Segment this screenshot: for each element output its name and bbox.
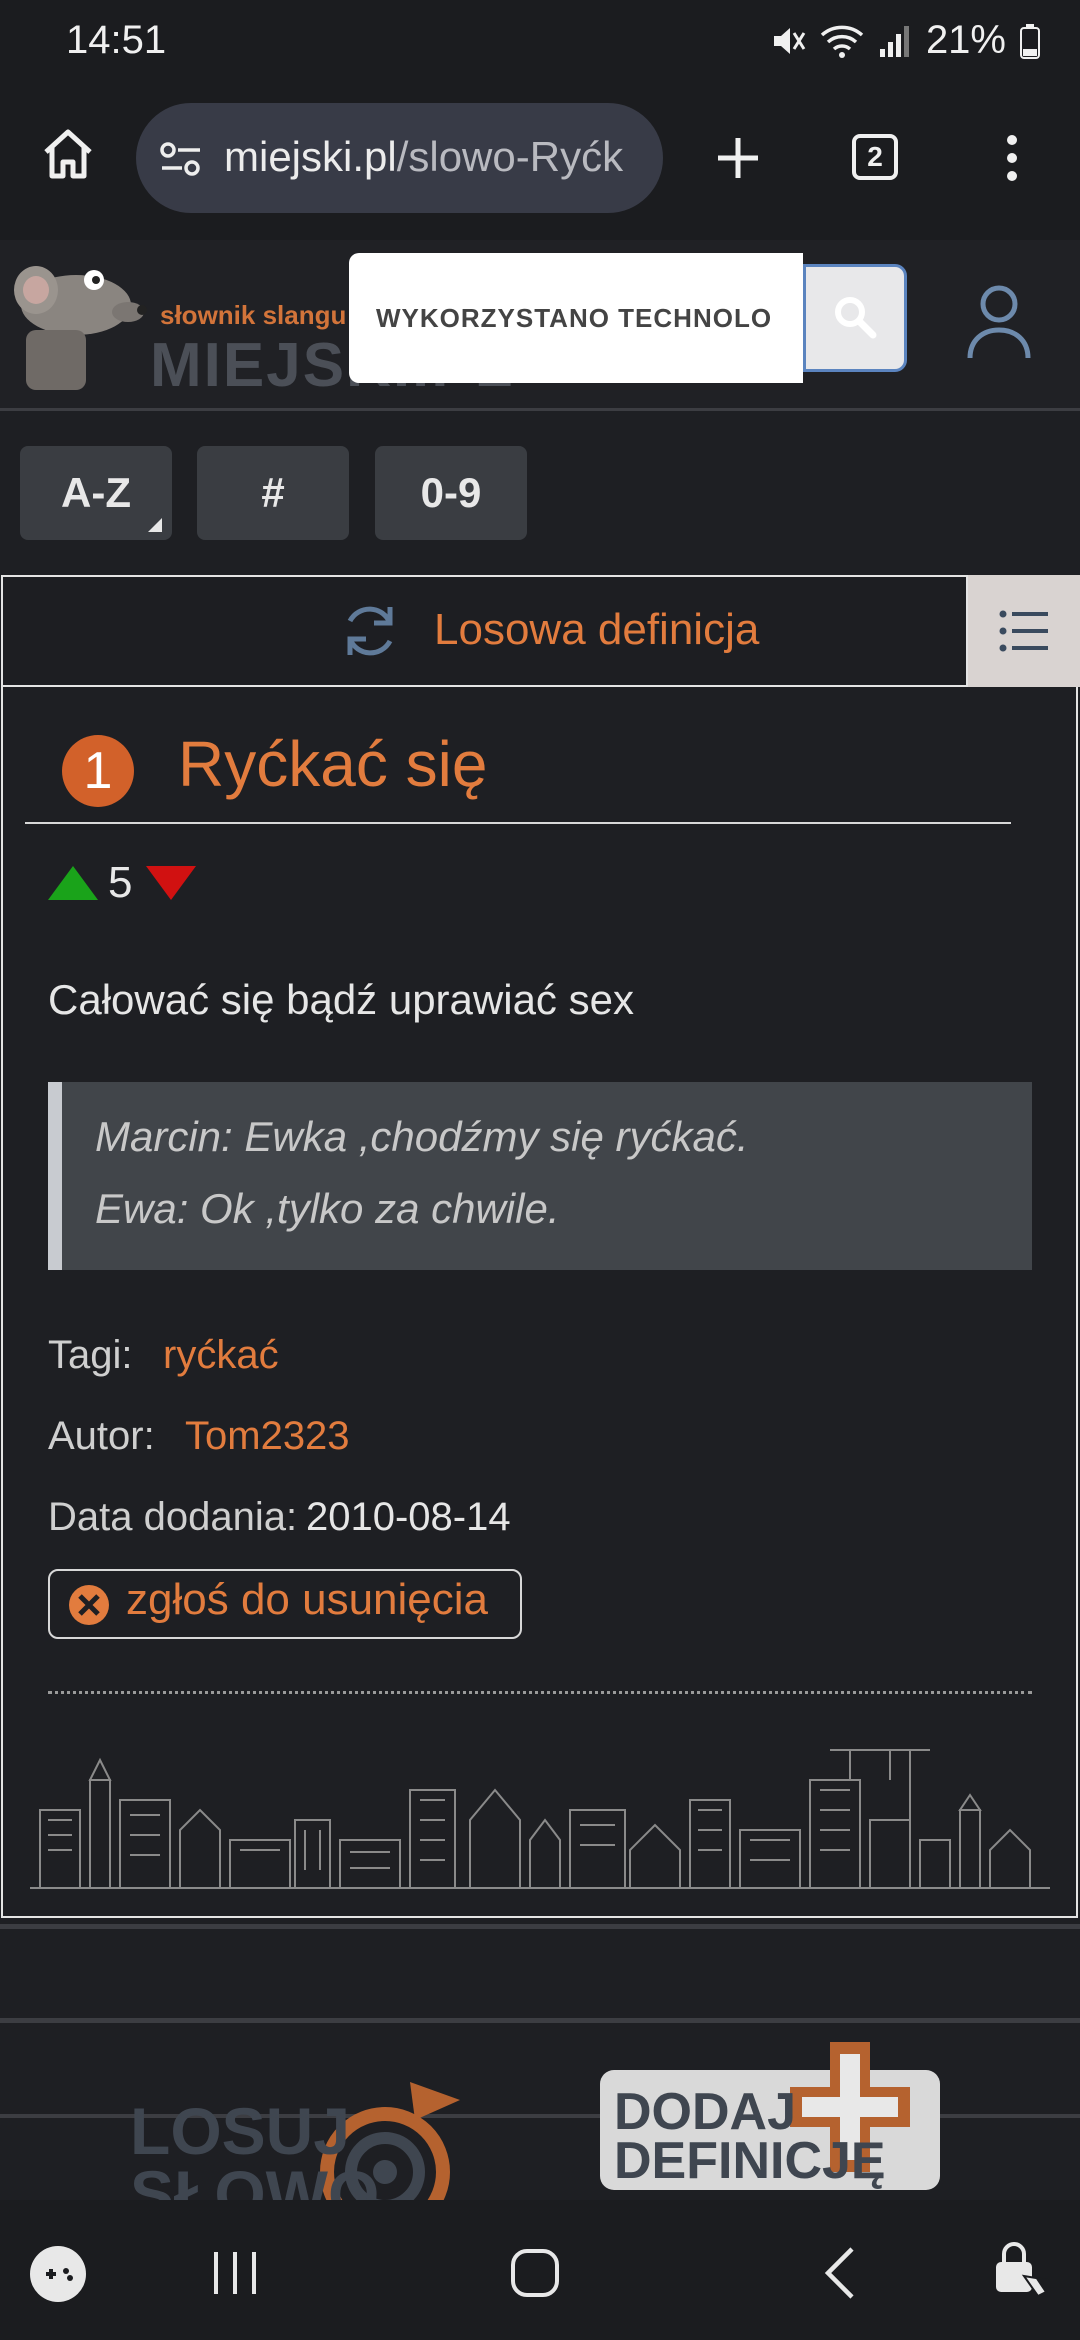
add-definition-line2: DEFINICJĘ	[614, 2132, 886, 2191]
battery-icon	[1020, 23, 1040, 59]
letter-nav-digits-label: 0-9	[420, 469, 482, 516]
letter-nav-digits-button[interactable]: 0-9	[375, 446, 527, 540]
definition-title[interactable]: Ryćkać się	[178, 727, 487, 801]
search-icon	[835, 297, 877, 339]
dropdown-corner-icon	[148, 518, 162, 532]
report-x-icon	[69, 1585, 109, 1625]
signal-icon	[879, 25, 909, 57]
example-line-2: Ewa: Ok ,tylko za chwile.	[95, 1185, 560, 1232]
vote-up-icon[interactable]	[48, 866, 98, 900]
random-word-promo[interactable]: LOSUJ SŁOWO	[130, 2080, 475, 2200]
random-word-line2: SŁOWO	[130, 2156, 380, 2200]
back-button-icon[interactable]	[822, 2246, 856, 2300]
new-tab-icon[interactable]	[714, 134, 762, 182]
site-settings-icon[interactable]	[158, 141, 204, 177]
recent-apps-icon[interactable]	[210, 2250, 260, 2296]
rat-mascot-logo[interactable]	[6, 250, 156, 400]
letter-nav-az-label: A-Z	[61, 469, 131, 516]
vote-down-icon[interactable]	[146, 866, 196, 900]
add-definition-line1: DODAJ	[614, 2083, 797, 2141]
tab-switcher-button[interactable]: 2	[852, 134, 898, 180]
tag-link[interactable]: ryćkać	[163, 1333, 279, 1378]
status-icons: 21%	[770, 18, 1040, 63]
game-launcher-icon[interactable]	[28, 2244, 88, 2304]
more-menu-icon[interactable]	[1002, 132, 1022, 184]
report-label: zgłoś do usunięcia	[126, 1575, 489, 1624]
home-icon[interactable]	[42, 128, 94, 180]
home-button-icon[interactable]	[510, 2248, 560, 2298]
url-host: miejski.pl	[224, 133, 397, 180]
url-text[interactable]: miejski.pl/slowo-Ryćk	[224, 133, 644, 181]
date-label: Data dodania:	[48, 1495, 298, 1539]
tab-count: 2	[867, 141, 883, 172]
battery-percent: 21%	[925, 18, 1006, 62]
list-menu-icon	[999, 610, 1048, 652]
vote-count: 5	[108, 858, 133, 907]
search-placeholder: WYKORZYSTANO TECHNOLOGIĘ	[376, 303, 771, 333]
accessibility-lock-icon[interactable]	[992, 2242, 1052, 2302]
author-label: Autor:	[48, 1414, 155, 1458]
definition-text: Całować się bądź uprawiać sex	[48, 976, 634, 1023]
random-word-label: LOSUJ SŁOWO	[130, 2094, 380, 2200]
user-account-icon[interactable]	[964, 282, 1034, 362]
letter-nav-hash-button[interactable]: #	[197, 446, 349, 540]
tags-label: Tagi:	[48, 1333, 133, 1377]
date-value: 2010-08-14	[306, 1495, 511, 1539]
url-path: /slowo-Ryćk	[396, 133, 624, 180]
logo-tagline: słownik slangu	[160, 300, 347, 330]
letter-nav-hash-label: #	[261, 469, 285, 516]
status-time: 14:51	[66, 18, 167, 62]
mute-icon	[773, 27, 806, 54]
random-definition-label: Losowa definicja	[434, 605, 760, 654]
add-definition-promo[interactable]: DODAJ DEFINICJĘ	[600, 2042, 960, 2200]
wifi-icon	[820, 25, 864, 58]
definition-number-badge: 1	[62, 735, 134, 807]
footer-divider	[0, 2018, 1080, 2023]
random-word-line1: LOSUJ	[130, 2094, 351, 2168]
dotted-divider	[48, 1691, 1032, 1694]
footer-divider	[0, 1924, 1080, 1929]
title-divider	[25, 822, 1011, 824]
cityscape-illustration	[30, 1749, 1050, 1889]
example-line-1: Marcin: Ewka ,chodźmy się ryćkać.	[95, 1113, 749, 1160]
author-link[interactable]: Tom2323	[185, 1414, 350, 1459]
add-definition-label: DODAJ DEFINICJĘ	[614, 2083, 886, 2191]
refresh-icon	[347, 606, 393, 656]
example-quote	[48, 1082, 1032, 1270]
